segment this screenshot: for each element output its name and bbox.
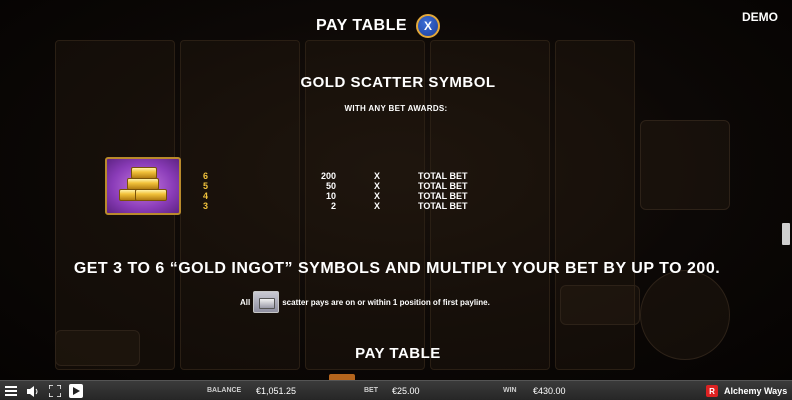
total-bet-label: TOTAL BET	[418, 191, 468, 201]
fullscreen-icon[interactable]	[48, 384, 62, 398]
scatter-headline: GET 3 TO 6 “GOLD INGOT” SYMBOLS AND MULT…	[73, 260, 721, 277]
total-bet-label: TOTAL BET	[418, 181, 468, 191]
game-name: Alchemy Ways	[724, 386, 788, 396]
count-value: 4	[203, 191, 209, 201]
bet-value: €25.00	[392, 386, 420, 396]
total-bet-label: TOTAL BET	[418, 171, 468, 181]
gold-ingot-icon	[115, 167, 171, 205]
paytable-overlay: PAY TABLE X DEMO GOLD SCATTER SYMBOL WIT…	[0, 0, 792, 380]
times-sign: X	[373, 171, 380, 181]
balance-value: €1,051.25	[256, 386, 297, 396]
section-title: PAY TABLE	[355, 345, 441, 362]
play-icon[interactable]	[69, 384, 83, 398]
silver-ingot-icon	[253, 291, 280, 313]
note-prefix: All	[240, 297, 251, 307]
scatter-note: All scatter pays are on or within 1 posi…	[240, 291, 490, 313]
bottom-bar: BALANCE €1,051.25 BET €25.00 WIN €430.00…	[0, 380, 792, 400]
multiplier-value: 2	[330, 201, 336, 211]
win-label: WIN	[503, 387, 517, 394]
section-subtitle: WITH ANY BET AWARDS:	[344, 104, 448, 113]
close-button[interactable]: X	[416, 14, 440, 38]
win-value: €430.00	[533, 386, 566, 396]
total-bet-label: TOTAL BET	[418, 201, 468, 211]
multiplier-value: 200	[320, 171, 336, 181]
multiplier-value: 10	[325, 191, 336, 201]
paytable-bet-column: TOTAL BET TOTAL BET TOTAL BET TOTAL BET	[418, 171, 468, 211]
page-title: PAY TABLE	[316, 17, 408, 34]
demo-badge: DEMO	[742, 10, 778, 24]
paytable-multipliers: 200 50 10 2	[310, 171, 336, 211]
count-value: 3	[203, 201, 209, 211]
count-value: 5	[203, 181, 209, 191]
bet-label: BET	[364, 387, 378, 394]
sound-icon[interactable]	[26, 384, 40, 398]
scrollbar-thumb[interactable]	[782, 223, 790, 245]
balance-label: BALANCE	[207, 387, 242, 394]
brand-logo-icon: R	[706, 385, 718, 397]
times-sign: X	[373, 201, 380, 211]
close-icon: X	[423, 19, 432, 33]
gold-ingot-symbol	[105, 157, 181, 215]
count-value: 6	[203, 171, 209, 181]
paytable-x-column: X X X X	[372, 171, 382, 211]
paytable-counts: 6 5 4 3	[203, 171, 215, 211]
times-sign: X	[373, 181, 380, 191]
times-sign: X	[373, 191, 380, 201]
multiplier-value: 50	[325, 181, 336, 191]
note-suffix: scatter pays are on or within 1 position…	[282, 297, 490, 307]
section-title: GOLD SCATTER SYMBOL	[300, 74, 496, 91]
menu-icon[interactable]	[4, 384, 18, 398]
paytable-header: PAY TABLE X	[0, 14, 792, 40]
